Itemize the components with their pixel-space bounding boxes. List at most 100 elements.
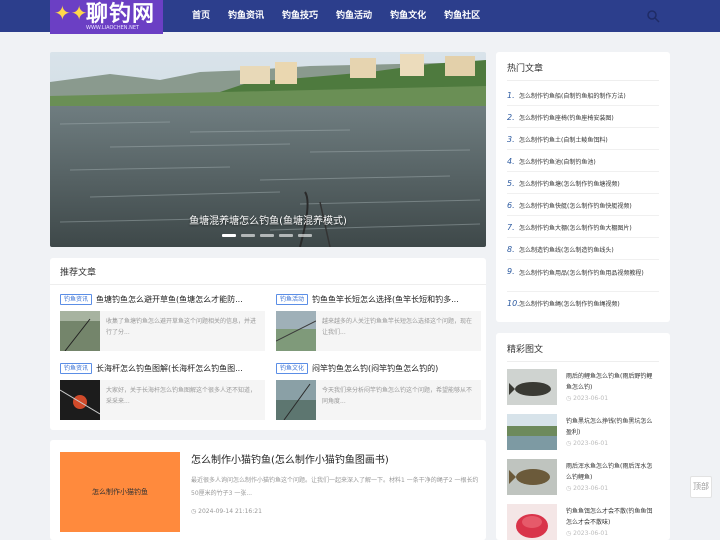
slider-dot[interactable] [298,234,312,237]
logo-subtitle: WWW.LIAOCHEN.NET [86,25,140,31]
hot-article-link[interactable]: 怎么制造钓鱼线(怎么制造钓鱼线头) [519,246,659,256]
rank-number: 9. [507,267,515,276]
rank-number: 7. [507,223,515,232]
rank-number: 6. [507,201,515,210]
hot-article-link[interactable]: 怎么制作钓鱼池(自制钓鱼池) [519,158,659,168]
recommended-item[interactable]: 钓鱼资讯 鱼塘钓鱼怎么避开草鱼(鱼塘怎么才能防... 收集了鱼塘钓鱼怎么避开草鱼… [60,294,265,360]
hot-articles-title: 热门文章 [507,64,544,74]
recommended-thumbnail[interactable] [60,380,100,420]
clock-icon: ◷ [566,440,572,447]
recommended-item-title[interactable]: 长海杆怎么钓鱼图解(长海杆怎么钓鱼图... [96,363,266,374]
hot-article-item[interactable]: 2. 怎么制作钓鱼座椅(钓鱼座椅安装图) [507,108,659,128]
clock-icon: ◷ [566,530,572,537]
picture-articles-title: 精彩图文 [507,345,544,355]
divider [507,80,659,81]
hot-article-item[interactable]: 5. 怎么制作钓鱼塘(怎么制作钓鱼塘视频) [507,174,659,194]
hot-article-item[interactable]: 3. 怎么制作钓鱼土(自制土鲮鱼饵料) [507,130,659,150]
featured-title[interactable]: 怎么制作小猫钓鱼(怎么制作小猫钓鱼图画书) [191,451,389,466]
featured-image[interactable]: 怎么制作小猫钓鱼 [60,452,180,532]
hot-article-item[interactable]: 10. 怎么制作钓鱼绳(怎么制作钓鱼绳视频) [507,294,659,314]
slide-caption[interactable]: 鱼塘混养塘怎么钓鱼(鱼塘混养模式) [50,212,486,227]
search-icon[interactable] [646,9,660,23]
picture-article-item[interactable]: 钓鱼黑坑怎么挣钱(钓鱼黑坑怎么盈利) ◷ 2023-06-01 [507,414,659,454]
hot-article-item[interactable]: 6. 怎么制作钓鱼快艇(怎么制作钓鱼快艇视频) [507,196,659,216]
hot-article-item[interactable]: 4. 怎么制作钓鱼池(自制钓鱼池) [507,152,659,172]
picture-article-title[interactable]: 雨后浑水鱼怎么钓鱼(雨后浑水怎么钓鲤鱼) [566,461,658,483]
hot-article-item[interactable]: 1. 怎么制作钓鱼船(自制钓鱼船的制作方法) [507,86,659,106]
picture-article-title[interactable]: 钓鱼黑坑怎么挣钱(钓鱼黑坑怎么盈利) [566,416,658,438]
featured-desc: 最近很多人询问怎么制作小猫钓鱼这个问题。让我们一起来深入了解一下。材料1 一条干… [191,477,479,497]
hot-article-link[interactable]: 怎么制作钓鱼大棚(怎么制作钓鱼大棚图片) [519,224,659,234]
slider-dot[interactable] [260,234,274,237]
category-tag[interactable]: 钓鱼文化 [276,363,309,374]
slider-dot[interactable] [222,234,236,237]
nav-fishing-skills[interactable]: 钓鱼技巧 [282,0,318,32]
slider-dot[interactable] [279,234,293,237]
recommended-item-title[interactable]: 闷竿钓鱼怎么钓(闷竿钓鱼怎么钓的) [312,363,482,374]
recommended-item-desc: 今天我们来分析闷竿钓鱼怎么钓这个问题，希望能够从不同角度... [322,387,473,405]
rank-number: 1. [507,91,515,100]
recommended-item[interactable]: 钓鱼文化 闷竿钓鱼怎么钓(闷竿钓鱼怎么钓的) 今天我们来分析闷竿钓鱼怎么钓这个问… [276,363,481,429]
picture-thumbnail[interactable] [507,504,557,540]
rank-number: 4. [507,157,515,166]
picture-thumbnail[interactable] [507,369,557,405]
back-to-top-button[interactable]: 顶部 [690,476,712,498]
hot-article-item[interactable]: 7. 怎么制作钓鱼大棚(怎么制作钓鱼大棚图片) [507,218,659,238]
hot-article-link[interactable]: 怎么制作钓鱼绳(怎么制作钓鱼绳视频) [519,300,659,310]
rank-number: 3. [507,135,515,144]
recommended-thumbnail[interactable] [276,311,316,351]
picture-article-title[interactable]: 雨后的鲤鱼怎么钓鱼(雨后野钓鲤鱼怎么钓) [566,371,658,393]
recommended-item[interactable]: 钓鱼活动 钓鱼鱼竿长短怎么选择(鱼竿长短和钓多... 越来越多的人关注钓鱼鱼竿长… [276,294,481,360]
picture-article-title[interactable]: 钓鱼鱼饵怎么才会不散(钓鱼鱼饵怎么才会不散味) [566,506,658,528]
recommended-title: 推荐文章 [60,268,97,278]
hot-article-link[interactable]: 怎么制作钓鱼船(自制钓鱼船的制作方法) [519,92,659,102]
hot-article-link[interactable]: 怎么制作钓鱼用品(怎么制作钓鱼用品视频教程) [519,268,659,292]
picture-article-date: ◷ 2023-06-01 [566,440,608,447]
picture-article-item[interactable]: 钓鱼鱼饵怎么才会不散(钓鱼鱼饵怎么才会不散味) ◷ 2023-06-01 [507,504,659,540]
hot-articles: 热门文章 1. 怎么制作钓鱼船(自制钓鱼船的制作方法) 2. 怎么制作钓鱼座椅(钓鱼… [496,52,670,322]
category-tag[interactable]: 钓鱼资讯 [60,294,93,305]
clock-icon: ◷ [191,508,197,515]
slider-dots [222,234,317,237]
picture-article-date: ◷ 2023-06-01 [566,530,608,537]
nav-fishing-events[interactable]: 钓鱼活动 [336,0,372,32]
rank-number: 5. [507,179,515,188]
site-logo[interactable]: ✦✦ 聊钓网 WWW.LIAOCHEN.NET [50,0,163,34]
rank-number: 2. [507,113,515,122]
picture-article-date-text: 2023-06-01 [573,530,609,537]
recommended-item-desc: 大家好，关于长海杆怎么钓鱼图解这个很多人还不知道，采采来... [106,387,257,405]
picture-article-date-text: 2023-06-01 [573,485,609,492]
hot-article-link[interactable]: 怎么制作钓鱼塘(怎么制作钓鱼塘视频) [519,180,659,190]
category-tag[interactable]: 钓鱼活动 [276,294,309,305]
nav-fishing-news[interactable]: 钓鱼资讯 [228,0,264,32]
picture-article-item[interactable]: 雨后浑水鱼怎么钓鱼(雨后浑水怎么钓鲤鱼) ◷ 2023-06-01 [507,459,659,499]
hot-article-item[interactable]: 8. 怎么制造钓鱼线(怎么制造钓鱼线头) [507,240,659,260]
nav-fishing-culture[interactable]: 钓鱼文化 [390,0,426,32]
hot-article-link[interactable]: 怎么制作钓鱼座椅(钓鱼座椅安装图) [519,114,659,124]
slider-dot[interactable] [241,234,255,237]
picture-article-item[interactable]: 雨后的鲤鱼怎么钓鱼(雨后野钓鲤鱼怎么钓) ◷ 2023-06-01 [507,369,659,409]
nav-fishing-community[interactable]: 钓鱼社区 [444,0,480,32]
nav-home[interactable]: 首页 [192,0,210,32]
hot-article-link[interactable]: 怎么制作钓鱼快艇(怎么制作钓鱼快艇视频) [519,202,659,212]
recommended-thumbnail[interactable] [60,311,100,351]
recommended-item-title[interactable]: 钓鱼鱼竿长短怎么选择(鱼竿长短和钓多... [312,294,482,305]
picture-article-date: ◷ 2023-06-01 [566,395,608,402]
hot-article-link[interactable]: 怎么制作钓鱼土(自制土鲮鱼饵料) [519,136,659,146]
hero-slider[interactable]: 鱼塘混养塘怎么钓鱼(鱼塘混养模式) [50,52,486,247]
recommended-item-title[interactable]: 鱼塘钓鱼怎么避开草鱼(鱼塘怎么才能防... [96,294,266,305]
main-nav: 首页 钓鱼资讯 钓鱼技巧 钓鱼活动 钓鱼文化 钓鱼社区 [192,0,498,32]
divider [507,361,659,362]
rank-number: 8. [507,245,515,254]
recommended-thumbnail[interactable] [276,380,316,420]
picture-thumbnail[interactable] [507,459,557,495]
picture-article-date: ◷ 2023-06-01 [566,485,608,492]
hot-article-item[interactable]: 9. 怎么制作钓鱼用品(怎么制作钓鱼用品视频教程) [507,262,659,292]
picture-thumbnail[interactable] [507,414,557,450]
site-header: ✦✦ 聊钓网 WWW.LIAOCHEN.NET 首页 钓鱼资讯 钓鱼技巧 钓鱼活… [0,0,720,34]
recommended-section: 推荐文章 钓鱼资讯 鱼塘钓鱼怎么避开草鱼(鱼塘怎么才能防... 收集了鱼塘钓鱼怎… [50,258,486,430]
recommended-item[interactable]: 钓鱼资讯 长海杆怎么钓鱼图解(长海杆怎么钓鱼图... 大家好，关于长海杆怎么钓鱼… [60,363,265,429]
featured-time: ◷ 2024-09-14 21:16:21 [191,508,262,515]
category-tag[interactable]: 钓鱼资讯 [60,363,93,374]
rank-number: 10. [507,299,520,308]
